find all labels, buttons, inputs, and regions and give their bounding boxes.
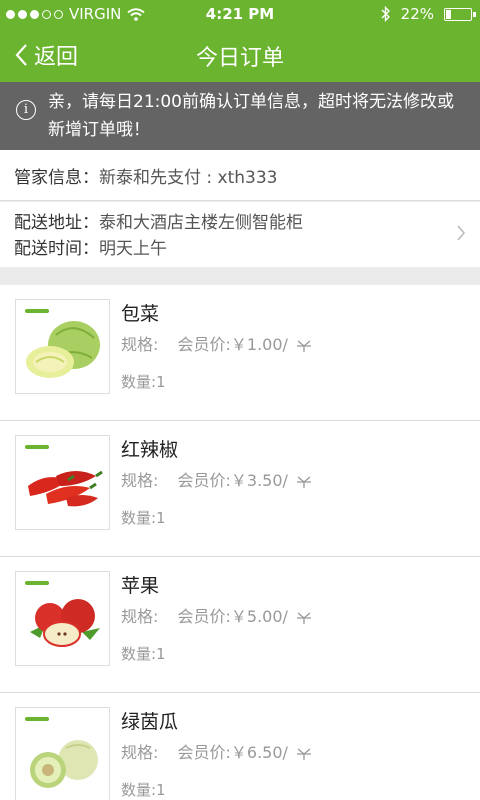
item-spec-price: 规格: 会员价:￥6.50/ xyxy=(121,739,313,763)
spec-label: 规格: xyxy=(121,471,159,490)
product-image-red-pepper xyxy=(15,435,110,530)
delivery-info-row[interactable]: 配送地址：泰和大酒店主楼左侧智能柜 配送时间：明天上午 xyxy=(0,202,480,267)
item-qty: 数量:1 xyxy=(121,373,166,391)
strikethrough-price-icon xyxy=(297,476,312,488)
notice-banner: i 亲，请每日21:00前确认订单信息，超时将无法修改或新增订单哦！ xyxy=(0,82,480,150)
member-price: 会员价:￥6.50/ xyxy=(177,743,288,762)
page-title: 今日订单 xyxy=(195,46,284,71)
order-item[interactable]: 苹果 规格: 会员价:￥5.00/ 数量:1 xyxy=(0,557,480,693)
item-spec-price: 规格: 会员价:￥3.50/ xyxy=(121,467,313,491)
steward-label: 管家信息： xyxy=(14,168,99,188)
spec-label: 规格: xyxy=(121,335,159,354)
delivery-address-label: 配送地址： xyxy=(14,213,99,233)
strikethrough-price-icon xyxy=(297,612,312,624)
item-spec-price: 规格: 会员价:￥5.00/ xyxy=(121,603,313,627)
item-name: 苹果 xyxy=(121,575,160,597)
info-icon: i xyxy=(16,100,36,120)
item-qty: 数量:1 xyxy=(121,509,166,527)
item-name: 包菜 xyxy=(121,303,160,325)
bluetooth-icon xyxy=(381,6,390,22)
order-item[interactable]: 红辣椒 规格: 会员价:￥3.50/ 数量:1 xyxy=(0,421,480,557)
spec-label: 规格: xyxy=(121,607,159,626)
item-qty: 数量:1 xyxy=(121,645,166,663)
product-image-apple xyxy=(15,571,110,666)
top-bar: VIRGIN 4:21 PM 22% 返回 今日订单 xyxy=(0,0,480,82)
product-image-cabbage xyxy=(15,299,110,394)
strikethrough-price-icon xyxy=(297,748,312,760)
battery-icon xyxy=(444,7,476,21)
delivery-time-label: 配送时间： xyxy=(14,239,99,259)
notice-text: 亲，请每日21:00前确认订单信息，超时将无法修改或新增订单哦！ xyxy=(48,92,454,140)
chevron-right-icon xyxy=(457,225,466,241)
member-price: 会员价:￥3.50/ xyxy=(177,471,288,490)
order-item[interactable]: 绿茵瓜 规格: 会员价:￥6.50/ 数量:1 xyxy=(0,693,480,800)
member-price: 会员价:￥5.00/ xyxy=(177,607,288,626)
steward-value: 新泰和先支付 : xth333 xyxy=(99,168,278,188)
item-qty: 数量:1 xyxy=(121,781,166,799)
steward-info-row: 管家信息：新泰和先支付 : xth333 xyxy=(0,150,480,201)
order-item[interactable]: 包菜 规格: 会员价:￥1.00/ 数量:1 xyxy=(0,285,480,421)
member-price: 会员价:￥1.00/ xyxy=(177,335,288,354)
item-spec-price: 规格: 会员价:￥1.00/ xyxy=(121,331,313,355)
spec-label: 规格: xyxy=(121,743,159,762)
nav-bar: 返回 今日订单 xyxy=(0,28,480,82)
status-bar: VIRGIN 4:21 PM 22% xyxy=(0,0,480,28)
item-name: 红辣椒 xyxy=(121,439,179,461)
order-item-list: 包菜 规格: 会员价:￥1.00/ 数量:1 红辣椒 规格: 会员价:￥3.50… xyxy=(0,285,480,800)
delivery-time: 明天上午 xyxy=(99,239,167,259)
strikethrough-price-icon xyxy=(297,340,312,352)
battery-percent: 22% xyxy=(400,5,434,23)
item-name: 绿茵瓜 xyxy=(121,711,179,733)
product-image-melon xyxy=(15,707,110,800)
delivery-address: 泰和大酒店主楼左侧智能柜 xyxy=(99,213,303,233)
